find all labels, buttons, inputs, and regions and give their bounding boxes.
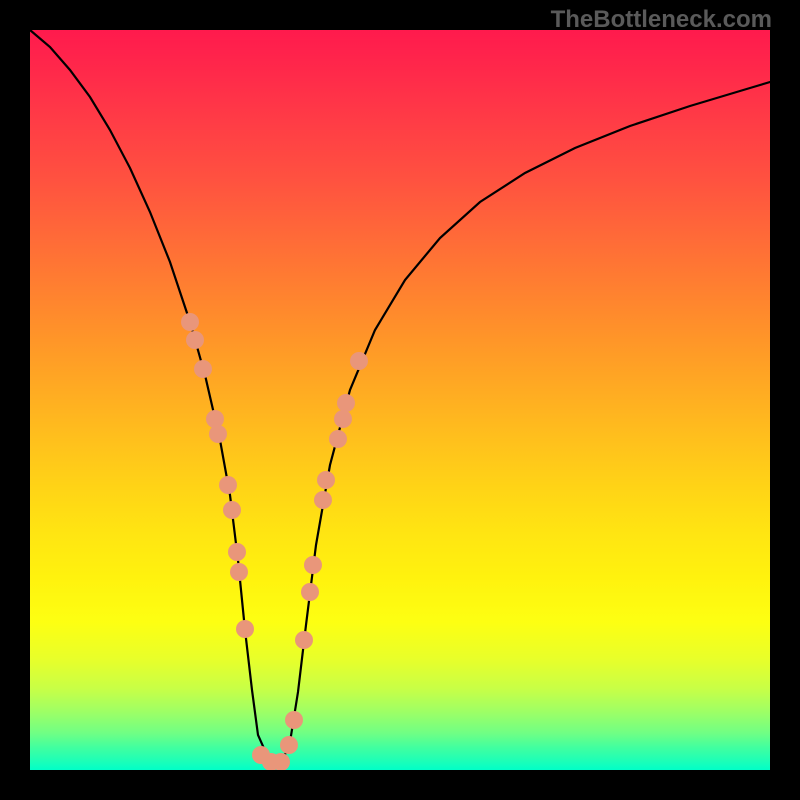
marker-dot	[280, 736, 298, 754]
marker-dot	[317, 471, 335, 489]
marker-dot	[350, 352, 368, 370]
marker-dot	[304, 556, 322, 574]
marker-dot	[285, 711, 303, 729]
marker-dot	[223, 501, 241, 519]
marker-dot	[219, 476, 237, 494]
marker-dot	[194, 360, 212, 378]
marker-dot	[228, 543, 246, 561]
marker-dot	[206, 410, 224, 428]
marker-dot	[301, 583, 319, 601]
marker-dot	[329, 430, 347, 448]
marker-dot	[186, 331, 204, 349]
chart-frame: TheBottleneck.com	[0, 0, 800, 800]
marker-dot	[295, 631, 313, 649]
marker-dot	[209, 425, 227, 443]
marker-dot	[314, 491, 332, 509]
marker-dot	[337, 394, 355, 412]
marker-dot	[236, 620, 254, 638]
marker-dot	[230, 563, 248, 581]
plot-area	[30, 30, 770, 770]
marker-dot	[181, 313, 199, 331]
marker-dots	[181, 313, 368, 770]
bottleneck-curve	[30, 30, 770, 762]
watermark-text: TheBottleneck.com	[551, 6, 772, 34]
chart-svg	[30, 30, 770, 770]
marker-dot	[334, 410, 352, 428]
